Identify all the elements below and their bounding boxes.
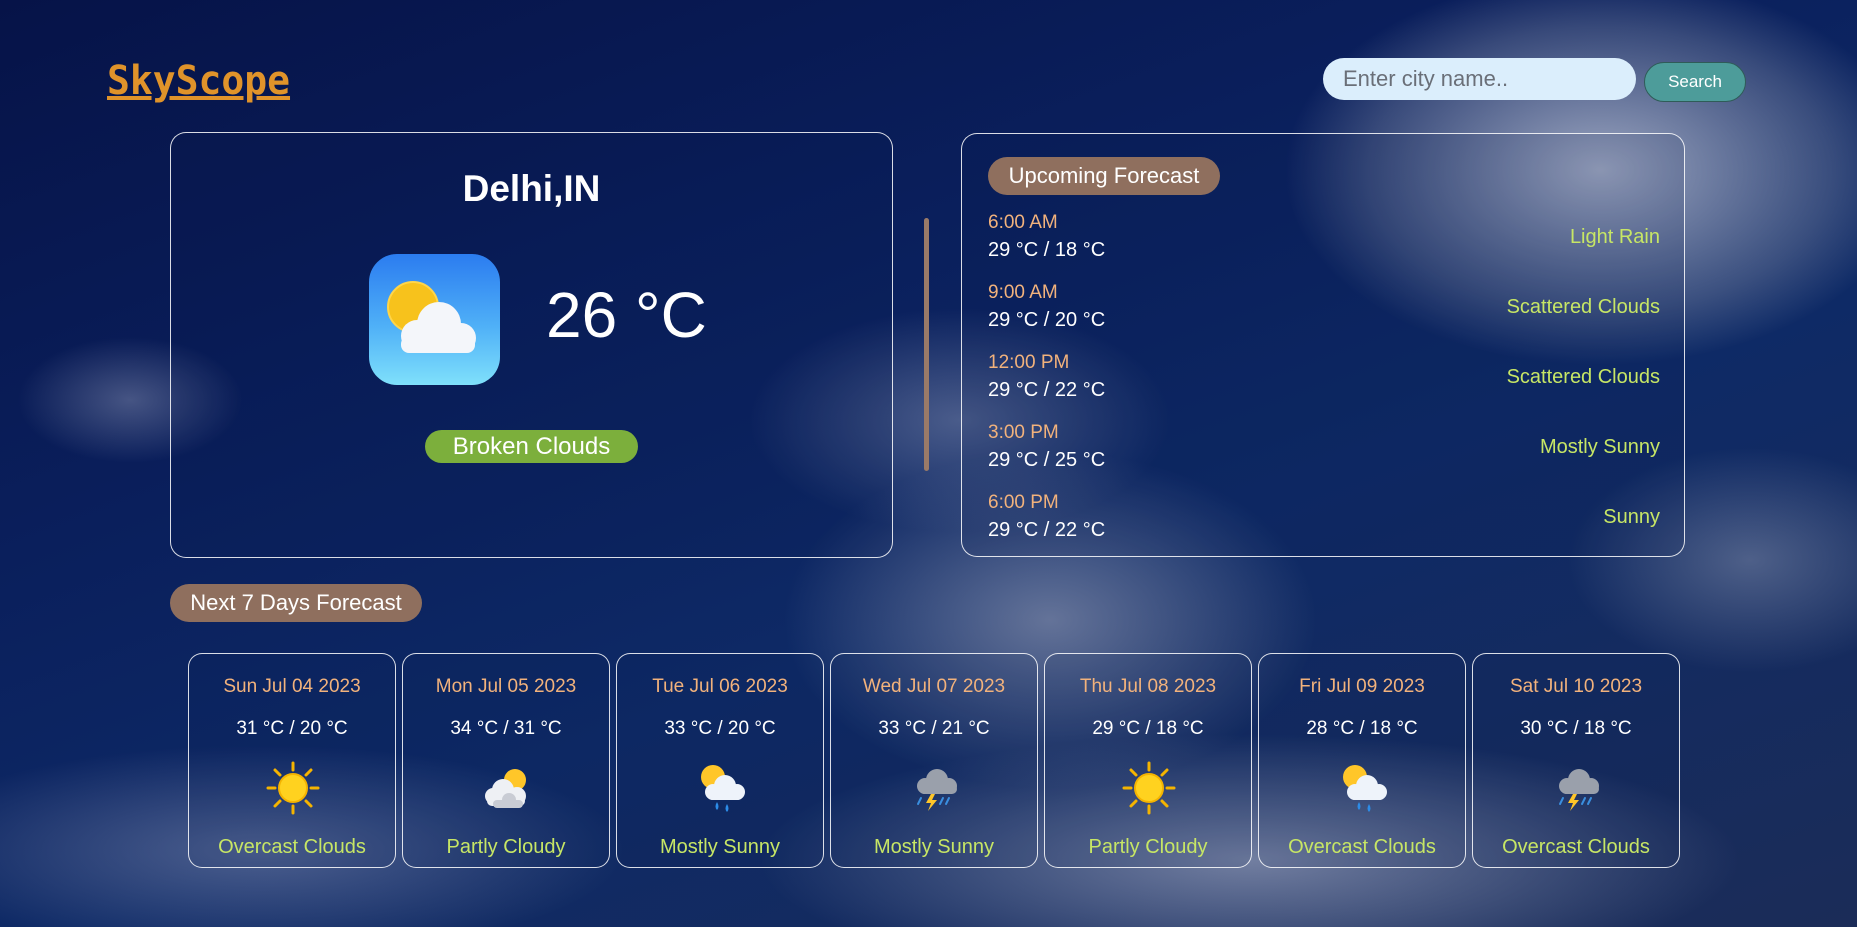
city-search-input[interactable] (1323, 58, 1636, 100)
hour-temp-range: 29 °C / 22 °C (988, 379, 1106, 401)
hour-time: 3:00 PM (988, 422, 1059, 443)
hour-time: 12:00 PM (988, 352, 1070, 373)
day-temp-range: 29 °C / 18 °C (1092, 718, 1204, 739)
upcoming-forecast-title: Upcoming Forecast (988, 157, 1220, 195)
hourly-forecast-row: 3:00 PM 29 °C / 25 °C Mostly Sunny (988, 422, 1660, 480)
day-date: Fri Jul 09 2023 (1299, 676, 1425, 697)
hourly-forecast-row: 12:00 PM 29 °C / 22 °C Scattered Clouds (988, 352, 1660, 410)
day-forecast-card: Sun Jul 04 2023 31 °C / 20 °C Overcast C… (188, 653, 396, 868)
hour-condition: Scattered Clouds (1506, 366, 1660, 388)
day-forecast-card: Tue Jul 06 2023 33 °C / 20 °C Mostly Sun… (616, 653, 824, 868)
hour-condition: Sunny (1603, 506, 1660, 528)
day-condition: Mostly Sunny (659, 836, 781, 858)
day-temp-range: 34 °C / 31 °C (450, 718, 562, 739)
hour-time: 6:00 PM (988, 492, 1059, 513)
scrollbar[interactable] (924, 218, 929, 471)
current-temperature: 26 °C (546, 279, 707, 351)
current-weather-card: Delhi,IN 26 °C Broken Clouds (170, 132, 893, 558)
day-date: Tue Jul 06 2023 (652, 676, 788, 697)
sun-rain-icon (1335, 760, 1391, 816)
thunderstorm-icon (1549, 760, 1605, 816)
day-date: Wed Jul 07 2023 (862, 676, 1006, 697)
hour-condition: Mostly Sunny (1539, 436, 1660, 458)
day-temp-range: 33 °C / 20 °C (664, 718, 776, 739)
hour-time: 6:00 AM (988, 212, 1058, 233)
week-forecast-title: Next 7 Days Forecast (170, 584, 422, 622)
day-forecast-card: Wed Jul 07 2023 33 °C / 21 °C Mostly Sun… (830, 653, 1038, 868)
hour-temp-range: 29 °C / 18 °C (988, 239, 1106, 261)
day-temp-range: 28 °C / 18 °C (1306, 718, 1418, 739)
hour-condition: Scattered Clouds (1506, 296, 1660, 318)
sun-rain-icon (693, 760, 749, 816)
sun-icon (1121, 760, 1177, 816)
hourly-forecast-row: 6:00 AM 29 °C / 18 °C Light Rain (988, 212, 1660, 270)
hour-temp-range: 29 °C / 22 °C (988, 519, 1106, 541)
current-condition-badge: Broken Clouds (425, 430, 638, 463)
day-date: Sun Jul 04 2023 (223, 676, 361, 697)
day-forecast-card: Sat Jul 10 2023 30 °C / 18 °C Overcast C… (1472, 653, 1680, 868)
day-forecast-card: Thu Jul 08 2023 29 °C / 18 °C Partly Clo… (1044, 653, 1252, 868)
day-forecast-card: Fri Jul 09 2023 28 °C / 18 °C Overcast C… (1258, 653, 1466, 868)
day-date: Thu Jul 08 2023 (1079, 676, 1217, 697)
search-button[interactable]: Search (1644, 62, 1746, 102)
day-temp-range: 33 °C / 21 °C (878, 718, 990, 739)
day-condition: Overcast Clouds (218, 836, 366, 858)
day-temp-range: 31 °C / 20 °C (236, 718, 348, 739)
day-date: Sat Jul 10 2023 (1509, 676, 1643, 697)
hourly-forecast-row: 9:00 AM 29 °C / 20 °C Scattered Clouds (988, 282, 1660, 340)
app-logo[interactable]: SkyScope (107, 58, 290, 104)
hour-temp-range: 29 °C / 25 °C (988, 449, 1106, 471)
city-name: Delhi,IN (462, 168, 601, 209)
day-condition: Mostly Sunny (873, 836, 995, 858)
partly-cloudy-icon (369, 254, 500, 385)
hourly-forecast-row: 6:00 PM 29 °C / 22 °C Sunny (988, 492, 1660, 550)
hour-condition: Light Rain (1569, 226, 1660, 248)
hour-temp-range: 29 °C / 20 °C (988, 309, 1106, 331)
day-condition: Overcast Clouds (1502, 836, 1650, 858)
hour-time: 9:00 AM (988, 282, 1058, 303)
day-forecast-card: Mon Jul 05 2023 34 °C / 31 °C Partly Clo… (402, 653, 610, 868)
day-condition: Partly Cloudy (446, 836, 566, 858)
day-condition: Overcast Clouds (1288, 836, 1436, 858)
day-condition: Partly Cloudy (1088, 836, 1208, 858)
upcoming-forecast-card: Upcoming Forecast 6:00 AM 29 °C / 18 °C … (961, 133, 1685, 557)
day-date: Mon Jul 05 2023 (435, 676, 577, 697)
sun-icon (265, 760, 321, 816)
sun-cloud-icon (479, 760, 535, 816)
thunderstorm-icon (907, 760, 963, 816)
day-temp-range: 30 °C / 18 °C (1520, 718, 1632, 739)
